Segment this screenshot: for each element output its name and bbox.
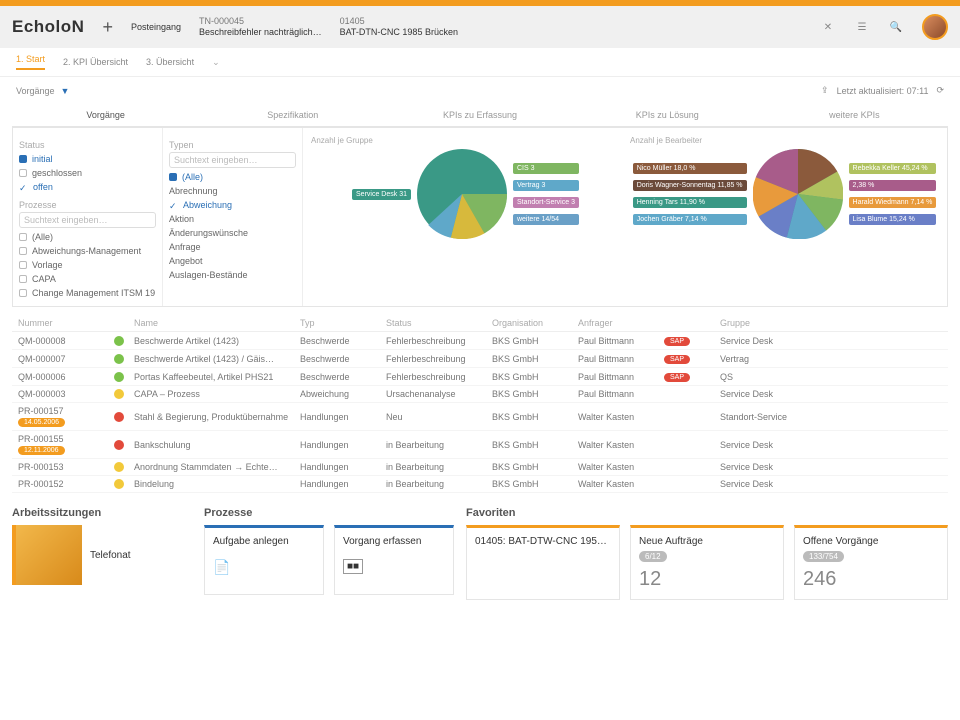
add-button[interactable]: + (102, 17, 113, 38)
panel-tab-spec[interactable]: Spezifikation (199, 104, 386, 126)
refresh-icon[interactable]: ⟳ (936, 85, 944, 96)
processes-head: Prozesse (204, 507, 454, 519)
tab-overview[interactable]: 3. Übersicht (146, 57, 194, 67)
export-icon[interactable]: ⇪ (821, 85, 829, 96)
table-row[interactable]: QM-000007Beschwerde Artikel (1423) / Gäi… (12, 350, 948, 368)
status-dot (114, 336, 124, 346)
status-dot (114, 462, 124, 472)
fav-card-2[interactable]: Neue Aufträge 6/12 12 (630, 525, 784, 600)
filter-icon[interactable]: ▼ (61, 86, 70, 96)
proc-vorlage[interactable]: Vorlage (19, 258, 156, 272)
section-title: Vorgänge (16, 86, 55, 96)
fav-card-3[interactable]: Offene Vorgänge 133/754 246 (794, 525, 948, 600)
filter-open[interactable]: ✓offen (19, 180, 156, 194)
panel-tab-kpi1[interactable]: KPIs zu Erfassung (386, 104, 573, 126)
type-search[interactable]: Suchtext eingeben… (169, 152, 296, 168)
panel-tab-vorgaenge[interactable]: Vorgänge (12, 104, 199, 126)
status-dot (114, 440, 124, 450)
filter-closed[interactable]: geschlossen (19, 166, 156, 180)
type-anf[interactable]: Anfrage (169, 240, 296, 254)
proc-abw[interactable]: Abweichungs-Management (19, 244, 156, 258)
status-dot (114, 389, 124, 399)
status-dot (114, 372, 124, 382)
chevron-down-icon[interactable]: ⌄ (212, 57, 220, 68)
pie-icon (753, 149, 843, 239)
chart-group: Anzahl je Gruppe Service Desk 31 CIS 3 V… (311, 136, 620, 298)
results-table: Nummer Name Typ Status Organisation Anfr… (12, 315, 948, 493)
breadcrumb[interactable]: Posteingang (131, 22, 181, 33)
tab-kpi[interactable]: 2. KPI Übersicht (63, 57, 128, 67)
card-create-process[interactable]: Vorgang erfassen ■■ (334, 525, 454, 595)
app-header: EcholoN + Posteingang TN-000045 Beschrei… (0, 6, 960, 48)
type-aend[interactable]: Änderungswünsche (169, 226, 296, 240)
panel-tab-kpi2[interactable]: KPIs zu Lösung (574, 104, 761, 126)
card-create-task[interactable]: Aufgabe anlegen 📄 (204, 525, 324, 595)
tab-start[interactable]: 1. Start (16, 54, 45, 70)
filter-sidebar: Status initial geschlossen ✓offen Prozes… (13, 128, 163, 306)
fav-card-1[interactable]: 01405: BAT-DTW-CNC 195… (466, 525, 620, 600)
table-row[interactable]: PR-000157 14.05.2006Stahl & Begierung, P… (12, 403, 948, 431)
table-row[interactable]: PR-000155 12.11.2006BankschulungHandlung… (12, 431, 948, 459)
logo: EcholoN (12, 17, 84, 37)
notes-icon[interactable]: ☰ (854, 19, 870, 35)
last-updated: Letzt aktualisiert: 07:11 (837, 86, 929, 96)
type-aus[interactable]: Auslagen-Bestände (169, 268, 296, 282)
proc-all[interactable]: (Alle) (19, 230, 156, 244)
status-dot (114, 479, 124, 489)
table-row[interactable]: PR-000153Anordnung Stammdaten → Echte…Ha… (12, 459, 948, 476)
type-all[interactable]: (Alle) (169, 170, 296, 184)
proc-capa[interactable]: CAPA (19, 272, 156, 286)
proc-change[interactable]: Change Management ITSM 19 (19, 286, 156, 300)
type-abw[interactable]: ✓Abweichung (169, 198, 296, 212)
filter-initial[interactable]: initial (19, 152, 156, 166)
work-item[interactable]: Telefonat (90, 550, 131, 561)
table-row[interactable]: QM-000006Portas Kaffeebeutel, Artikel PH… (12, 368, 948, 386)
main-tabs: 1. Start 2. KPI Übersicht 3. Übersicht ⌄ (0, 48, 960, 77)
process-search[interactable]: Suchtext eingeben… (19, 212, 156, 228)
table-row[interactable]: QM-000008Beschwerde Artikel (1423)Beschw… (12, 332, 948, 350)
type-akt[interactable]: Aktion (169, 212, 296, 226)
context-item-1[interactable]: TN-000045 Beschreibfehler nachträglich… (199, 16, 322, 38)
table-row[interactable]: QM-000003CAPA – ProzessAbweichungUrsache… (12, 386, 948, 403)
pie-icon (417, 149, 507, 239)
panel-tabs: Vorgänge Spezifikation KPIs zu Erfassung… (12, 104, 948, 127)
work-sessions-head: Arbeitssitzungen (12, 507, 192, 519)
type-ang[interactable]: Angebot (169, 254, 296, 268)
type-abr[interactable]: Abrechnung (169, 184, 296, 198)
table-row[interactable]: PR-000152BindelungHandlungenin Bearbeitu… (12, 476, 948, 493)
search-icon[interactable]: 🔍 (888, 19, 904, 35)
close-icon[interactable]: ✕ (820, 19, 836, 35)
panel-tab-kpi3[interactable]: weitere KPIs (761, 104, 948, 126)
status-dot (114, 412, 124, 422)
status-dot (114, 354, 124, 364)
type-panel: Typen Suchtext eingeben… (Alle) Abrechnu… (163, 128, 303, 306)
avatar[interactable] (922, 14, 948, 40)
favorites-head: Favoriten (466, 507, 948, 519)
work-image (12, 525, 82, 585)
context-item-2[interactable]: 01405 BAT-DTN-CNC 1985 Brücken (340, 16, 458, 38)
chart-bearbeiter: Anzahl je Bearbeiter Nico Müller 18,0 % … (630, 136, 939, 298)
